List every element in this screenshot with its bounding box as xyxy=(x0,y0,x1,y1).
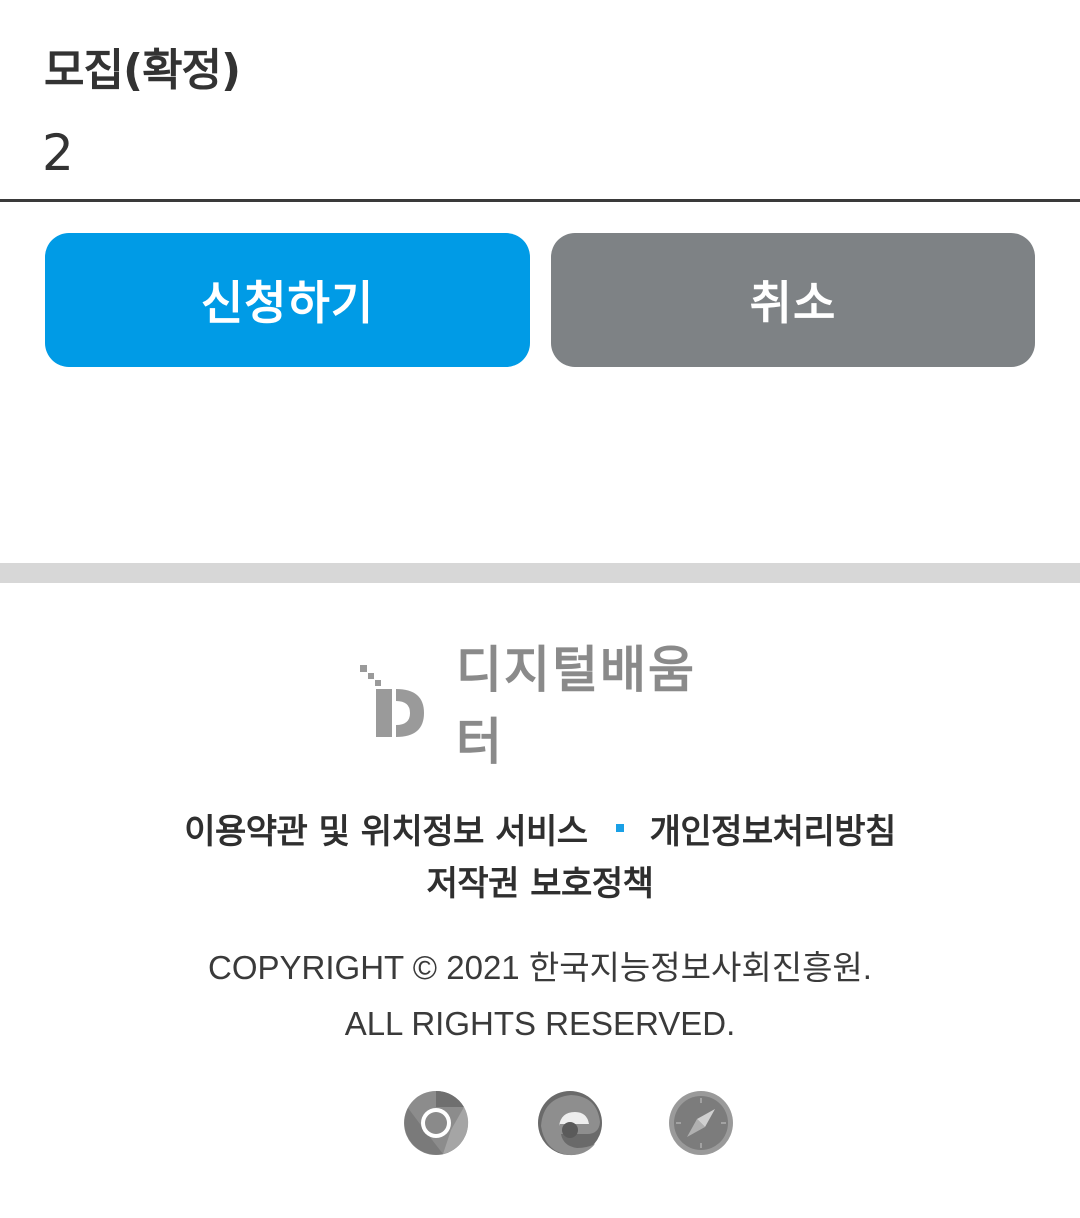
cancel-button[interactable]: 취소 xyxy=(551,233,1035,367)
page: 모집(확정) 2 신청하기 취소 디지털배움터 이용약관 및 위치정보 서비스 … xyxy=(0,0,1080,1218)
footer-links: 이용약관 및 위치정보 서비스 개인정보처리방침 저작권 보호정책 xyxy=(0,804,1080,908)
logo-text: 디지털배움터 xyxy=(456,641,696,771)
recruit-info: 모집(확정) 2 xyxy=(0,0,1080,202)
copyright-line-1: COPYRIGHT © 2021 한국지능정보사회진흥원. xyxy=(208,949,872,986)
privacy-link[interactable]: 개인정보처리방침 xyxy=(650,804,897,853)
copyright: COPYRIGHT © 2021 한국지능정보사회진흥원. ALL RIGHTS… xyxy=(0,940,1080,1052)
section-divider xyxy=(0,563,1080,583)
footer-logo[interactable]: 디지털배움터 xyxy=(358,641,728,771)
copyright-line-2: ALL RIGHTS RESERVED. xyxy=(344,1005,736,1042)
apply-button[interactable]: 신청하기 xyxy=(45,233,530,367)
digital-learning-logo-icon xyxy=(360,665,424,737)
link-separator xyxy=(615,824,624,832)
terms-link[interactable]: 이용약관 및 위치정보 서비스 xyxy=(184,804,588,853)
edge-icon xyxy=(538,1091,602,1156)
safari-icon xyxy=(669,1091,733,1155)
recruit-label: 모집(확정) xyxy=(44,45,241,96)
recruit-value: 2 xyxy=(42,124,74,182)
chrome-icon xyxy=(404,1090,469,1155)
browser-icons xyxy=(0,1090,1080,1160)
copyright-policy-link[interactable]: 저작권 보호정책 xyxy=(427,864,654,904)
